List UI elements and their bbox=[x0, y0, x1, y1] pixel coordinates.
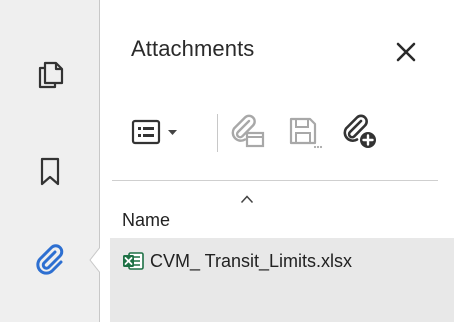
name-column-header[interactable]: Name bbox=[110, 190, 454, 238]
file-name: CVM_ Transit_Limits.xlsx bbox=[150, 251, 353, 271]
bookmarks-button[interactable] bbox=[26, 148, 74, 196]
excel-file-icon bbox=[123, 252, 144, 270]
view-options-button[interactable] bbox=[128, 110, 190, 154]
panel-title: Attachments bbox=[131, 36, 255, 61]
close-button[interactable] bbox=[392, 38, 420, 66]
open-attachment-button[interactable] bbox=[226, 110, 270, 154]
save-attachment-button[interactable] bbox=[282, 110, 326, 154]
attachments-toolbar bbox=[122, 106, 442, 162]
navigation-rail bbox=[0, 0, 100, 322]
view-options-icon bbox=[131, 119, 177, 145]
chevron-down-icon bbox=[168, 130, 177, 135]
add-attachment-icon bbox=[343, 114, 376, 148]
list-item[interactable]: CVM_ Transit_Limits.xlsx bbox=[110, 238, 454, 284]
sort-ascending-icon bbox=[240, 195, 254, 204]
open-attachment-icon bbox=[231, 114, 265, 148]
attachments-button[interactable] bbox=[26, 236, 74, 284]
toolbar-divider bbox=[112, 180, 438, 181]
name-column-label: Name bbox=[122, 210, 171, 230]
save-attachment-icon bbox=[289, 117, 323, 149]
bookmark-icon bbox=[40, 157, 60, 186]
list-body: CVM_ Transit_Limits.xlsx bbox=[110, 238, 454, 322]
add-attachment-button[interactable] bbox=[338, 110, 382, 154]
paperclip-icon bbox=[36, 244, 64, 275]
pages-icon bbox=[38, 61, 64, 89]
attachments-panel: Attachments Name CVM_ Transit_Limits.xls… bbox=[100, 0, 459, 322]
close-icon bbox=[396, 42, 416, 62]
pages-button[interactable] bbox=[26, 50, 74, 98]
attachments-list: Name CVM_ Transit_Limits.xlsx bbox=[110, 190, 454, 322]
toolbar-separator bbox=[217, 114, 218, 152]
